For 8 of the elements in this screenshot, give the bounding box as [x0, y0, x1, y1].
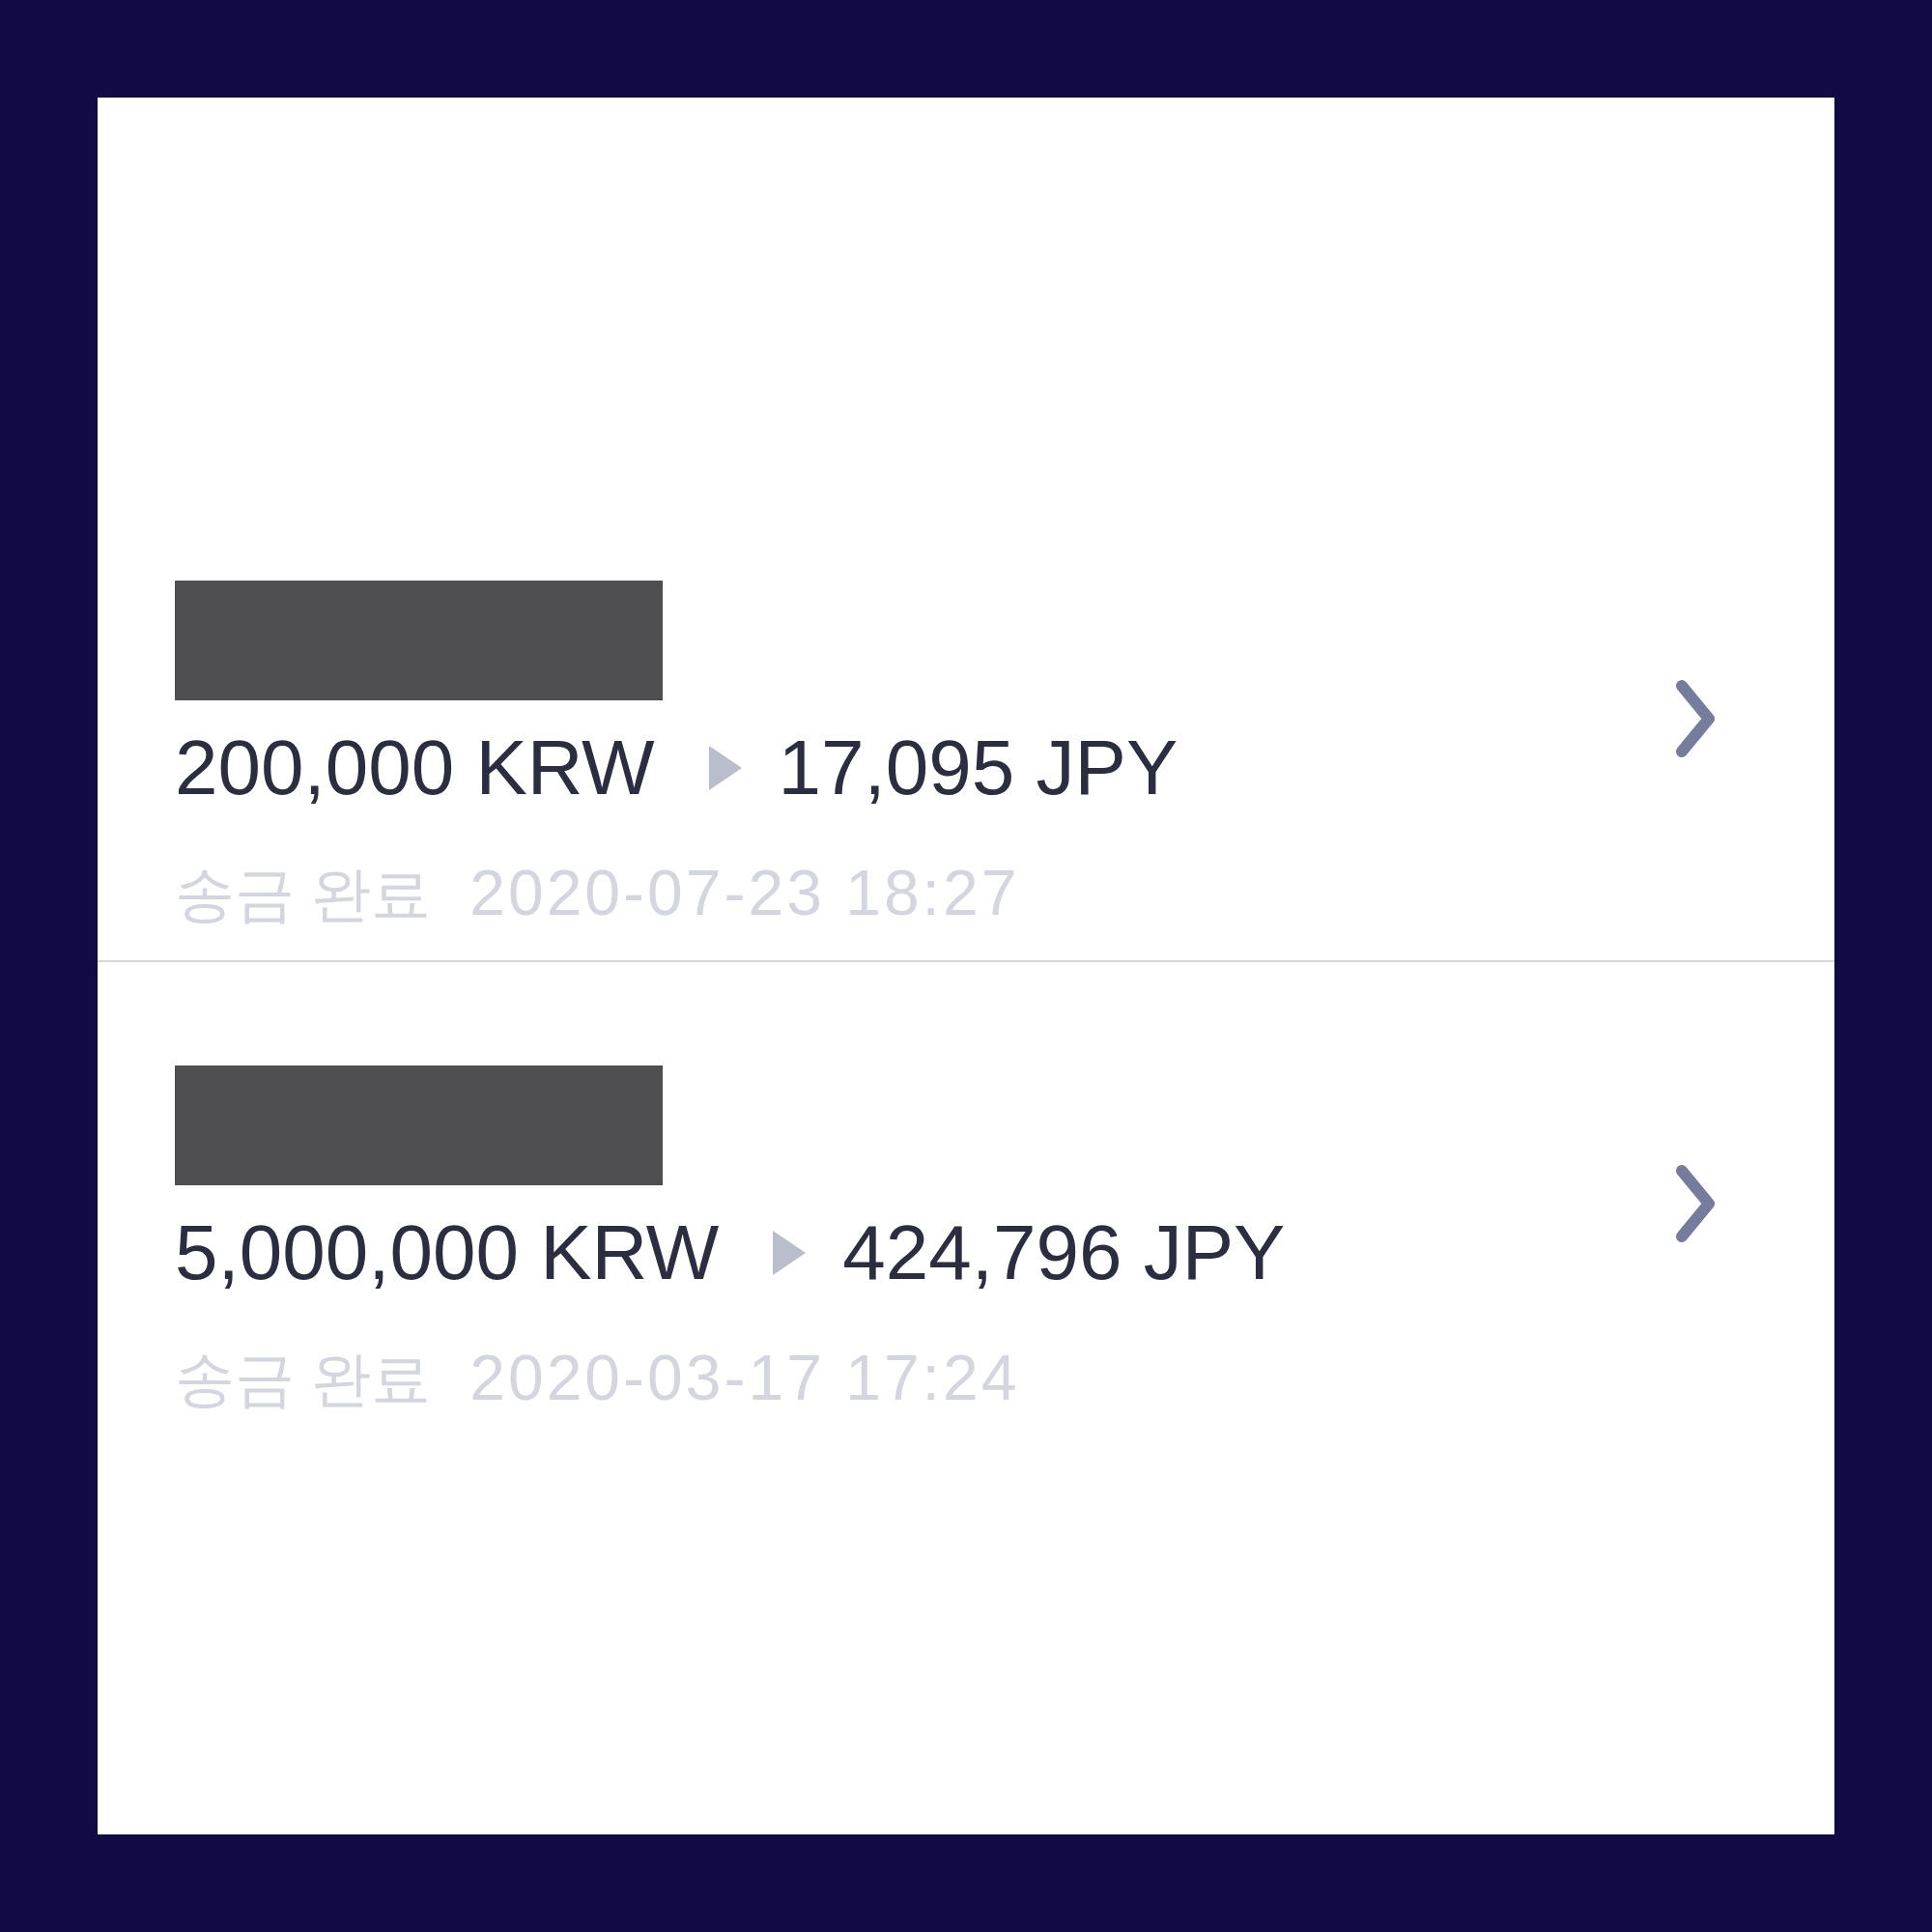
- chevron-right-icon[interactable]: [1676, 680, 1715, 757]
- chevron-right-icon[interactable]: [1676, 1165, 1715, 1242]
- triangle-icon: [773, 1231, 807, 1275]
- send-amount: 200,000 KRW: [175, 724, 655, 812]
- receive-amount: 17,095 JPY: [778, 724, 1179, 812]
- triangle-icon: [708, 746, 742, 790]
- receive-amount: 424,796 JPY: [842, 1208, 1286, 1297]
- send-amount: 5,000,000 KRW: [175, 1208, 720, 1297]
